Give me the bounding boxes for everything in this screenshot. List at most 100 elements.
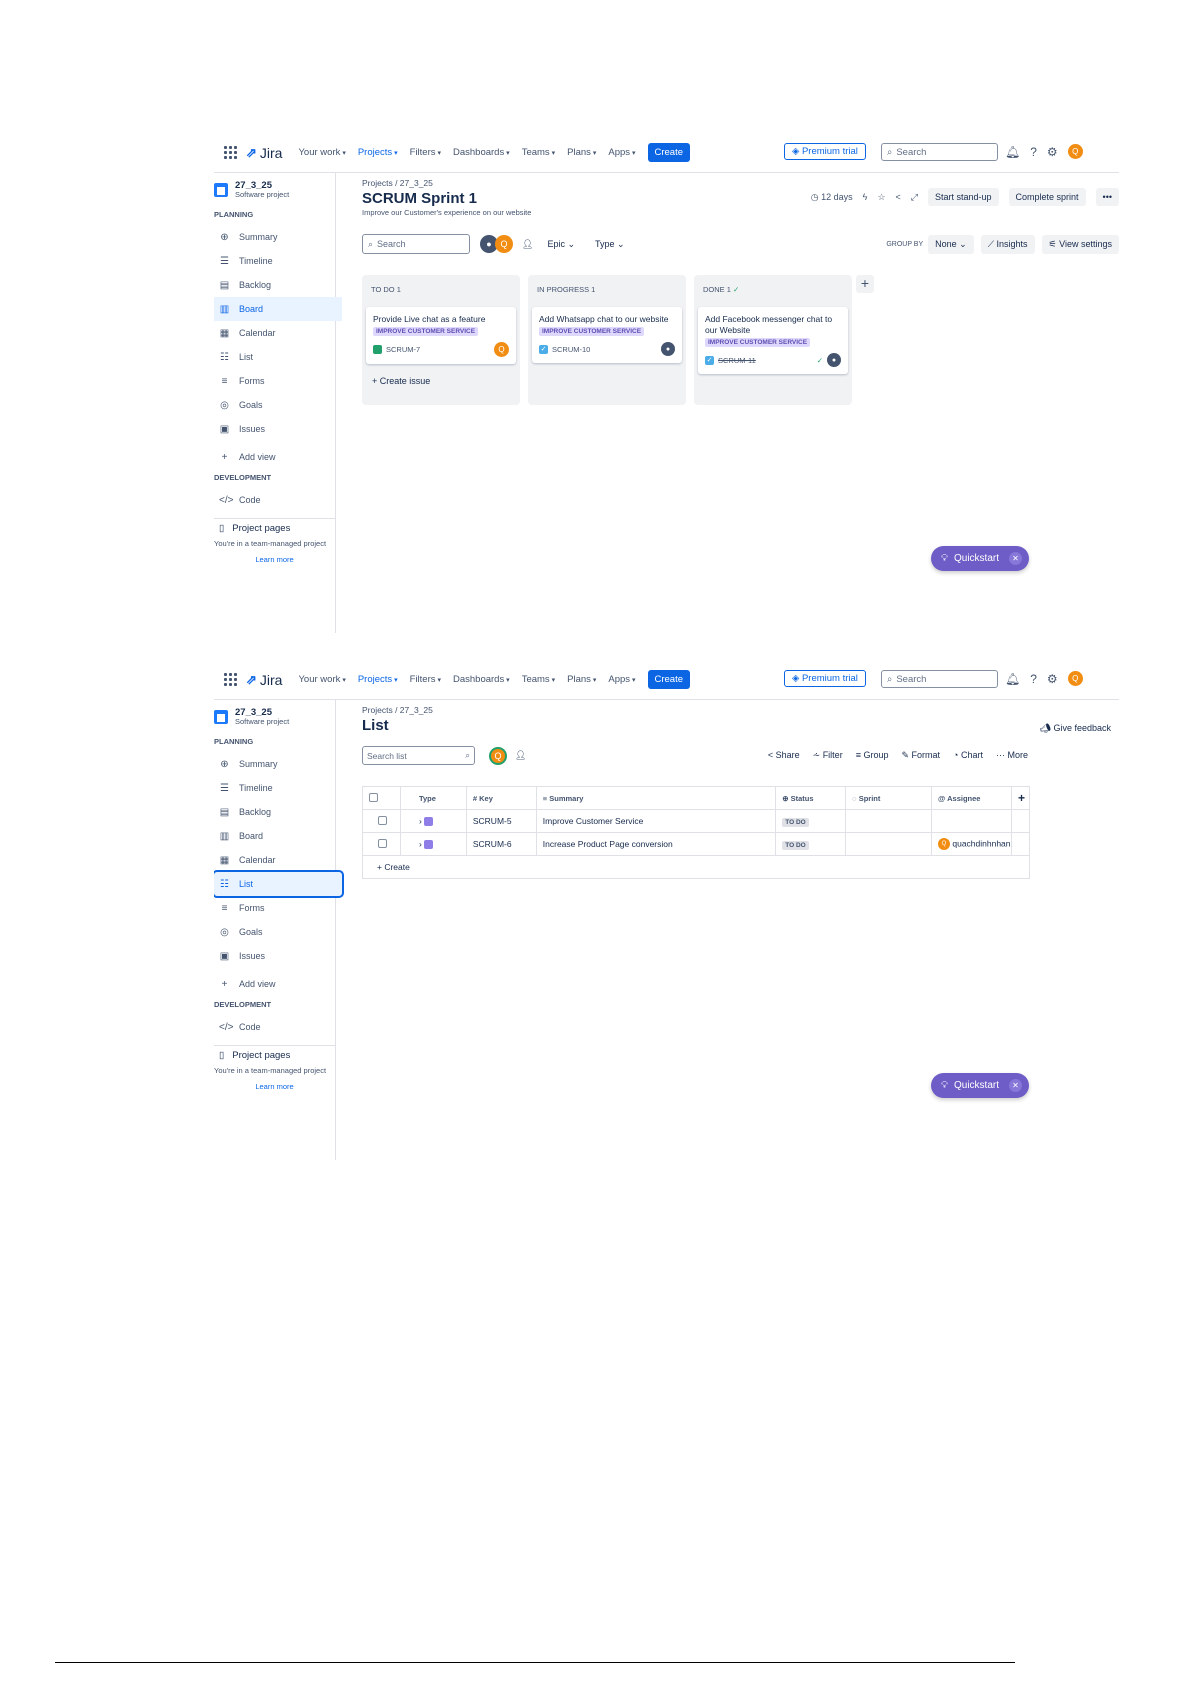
complete-sprint-button[interactable]: Complete sprint [1008, 188, 1086, 206]
app-switcher-icon[interactable] [224, 146, 238, 160]
add-view-button[interactable]: + Add view [214, 445, 342, 469]
sidebar-item-goals[interactable]: ◎ Goals [214, 920, 342, 944]
sidebar-item-forms[interactable]: ≡ Forms [214, 369, 342, 393]
nav-your-work[interactable]: Your work [298, 147, 345, 158]
table-row[interactable]: › SCRUM-5 Improve Customer Service TO DO [362, 809, 1031, 833]
list-search-input[interactable]: Search list ⌕ [362, 746, 475, 765]
sidebar-item-board[interactable]: ▥ Board [214, 297, 342, 321]
sidebar-item-code[interactable]: </> Code [214, 488, 342, 512]
user-avatar[interactable]: Q [1067, 144, 1083, 159]
help-icon[interactable]: ? [1030, 672, 1037, 686]
settings-gear-icon[interactable]: ⚙ [1047, 145, 1058, 159]
more-button[interactable]: ··· More [996, 750, 1028, 761]
add-people-icon[interactable]: 👤︎ [515, 750, 526, 761]
select-all-header[interactable] [362, 786, 401, 810]
table-row[interactable]: › SCRUM-6 Increase Product Page conversi… [362, 832, 1031, 856]
key-header[interactable]: # Key [466, 786, 537, 810]
sidebar-item-backlog[interactable]: ▤ Backlog [214, 800, 342, 824]
breadcrumb[interactable]: Projects / 27_3_25 [362, 705, 1119, 715]
help-icon[interactable]: ? [1030, 145, 1037, 159]
issue-card[interactable]: Add Whatsapp chat to our website IMPROVE… [532, 307, 682, 363]
user-avatar[interactable]: Q [489, 746, 507, 765]
view-settings-button[interactable]: ⚟ View settings [1041, 234, 1119, 254]
sidebar-item-calendar[interactable]: ▦ Calendar [214, 321, 342, 345]
nav-dashboards[interactable]: Dashboards [453, 674, 510, 685]
format-button[interactable]: ✎ Format [901, 750, 940, 761]
issue-card[interactable]: Add Facebook messenger chat to our Websi… [698, 307, 848, 374]
project-pages-link[interactable]: ▯ Project pages [214, 523, 335, 534]
sidebar-item-forms[interactable]: ≡ Forms [214, 896, 342, 920]
status-lozenge[interactable]: TO DO [782, 841, 809, 850]
close-icon[interactable]: ✕ [1009, 552, 1023, 565]
sidebar-item-summary[interactable]: ⊕ Summary [214, 225, 342, 249]
give-feedback-button[interactable]: 📣︎ Give feedback [1040, 723, 1111, 734]
user-avatar[interactable]: Q [495, 235, 513, 253]
create-button[interactable]: Create [647, 143, 691, 162]
type-header[interactable]: Type [400, 786, 467, 810]
group-button[interactable]: ≡ Group [856, 750, 889, 761]
nav-teams[interactable]: Teams [522, 674, 555, 685]
premium-trial-button[interactable]: ◈ Premium trial [784, 670, 866, 687]
sidebar-item-timeline[interactable]: ☰ Timeline [214, 776, 342, 800]
project-header[interactable]: 27_3_25 Software project [214, 181, 335, 199]
issue-summary[interactable]: Improve Customer Service [536, 809, 777, 833]
add-view-button[interactable]: + Add view [214, 972, 342, 996]
automation-icon[interactable]: ϟ [863, 192, 868, 202]
jira-logo[interactable]: ⇗ Jira [246, 672, 282, 688]
issue-card[interactable]: Provide Live chat as a feature IMPROVE C… [366, 307, 516, 364]
create-issue-button[interactable]: + Create issue [372, 376, 516, 386]
nav-plans[interactable]: Plans [567, 674, 596, 685]
jira-logo[interactable]: ⇗ Jira [246, 145, 282, 161]
global-search-input[interactable]: ⌕ Search [881, 670, 998, 688]
expand-chevron-icon[interactable]: › [419, 839, 422, 849]
assignee-cell[interactable]: Q quachdinhnhan [931, 832, 1012, 856]
summary-header[interactable]: ≡ Summary [536, 786, 777, 810]
unassigned-avatar[interactable]: ● [827, 353, 841, 367]
create-button[interactable]: Create [647, 670, 691, 689]
nav-teams[interactable]: Teams [522, 147, 555, 158]
row-checkbox[interactable] [378, 838, 387, 848]
nav-apps[interactable]: Apps [608, 147, 635, 158]
filter-button[interactable]: ⩪ Filter [813, 750, 843, 761]
global-search-input[interactable]: ⌕ Search [881, 143, 998, 161]
sidebar-item-list[interactable]: ☷ List [214, 345, 342, 369]
status-lozenge[interactable]: TO DO [782, 818, 809, 827]
issue-key[interactable]: SCRUM-5 [466, 809, 537, 833]
board-search-input[interactable]: ⌕ Search [362, 234, 470, 254]
notifications-icon[interactable]: 🔔︎ [1005, 672, 1020, 686]
sprint-cell[interactable] [845, 809, 932, 833]
group-by-select[interactable]: None ⌄ [928, 234, 974, 254]
share-button[interactable]: < Share [768, 750, 800, 761]
nav-filters[interactable]: Filters [410, 674, 441, 685]
notifications-icon[interactable]: 🔔︎ [1005, 145, 1020, 159]
sprint-cell[interactable] [845, 832, 932, 856]
sidebar-item-timeline[interactable]: ☰ Timeline [214, 249, 342, 273]
premium-trial-button[interactable]: ◈ Premium trial [784, 143, 866, 160]
star-icon[interactable]: ☆ [877, 192, 885, 203]
sidebar-item-summary[interactable]: ⊕ Summary [214, 752, 342, 776]
create-issue-button[interactable]: + Create [362, 855, 1030, 879]
chart-button[interactable]: ◔ Chart [953, 750, 983, 761]
sidebar-item-issues[interactable]: ▣ Issues [214, 944, 342, 968]
add-column-button[interactable]: + [1011, 786, 1031, 810]
sidebar-item-backlog[interactable]: ▤ Backlog [214, 273, 342, 297]
issue-key[interactable]: SCRUM-6 [466, 832, 537, 856]
select-all-checkbox[interactable] [369, 792, 378, 802]
issue-summary[interactable]: Increase Product Page conversion [536, 832, 777, 856]
nav-apps[interactable]: Apps [608, 674, 635, 685]
create-row[interactable]: + Create [362, 855, 1030, 879]
expand-chevron-icon[interactable]: › [419, 816, 422, 826]
row-checkbox[interactable] [378, 815, 387, 825]
project-pages-link[interactable]: ▯ Project pages [214, 1050, 335, 1061]
quickstart-button[interactable]: 💡︎ Quickstart ✕ [931, 1073, 1029, 1098]
close-icon[interactable]: ✕ [1009, 1079, 1023, 1092]
nav-plans[interactable]: Plans [567, 147, 596, 158]
nav-filters[interactable]: Filters [410, 147, 441, 158]
sprint-header[interactable]: ◌ Sprint [845, 786, 932, 810]
expand-icon[interactable]: ⤢ [911, 192, 918, 203]
type-filter[interactable]: Type ⌄ [595, 239, 625, 250]
nav-projects[interactable]: Projects [358, 147, 398, 158]
sidebar-item-calendar[interactable]: ▦ Calendar [214, 848, 342, 872]
unassigned-avatar[interactable]: ● [661, 342, 675, 356]
add-people-icon[interactable]: 👤︎ [522, 239, 533, 250]
